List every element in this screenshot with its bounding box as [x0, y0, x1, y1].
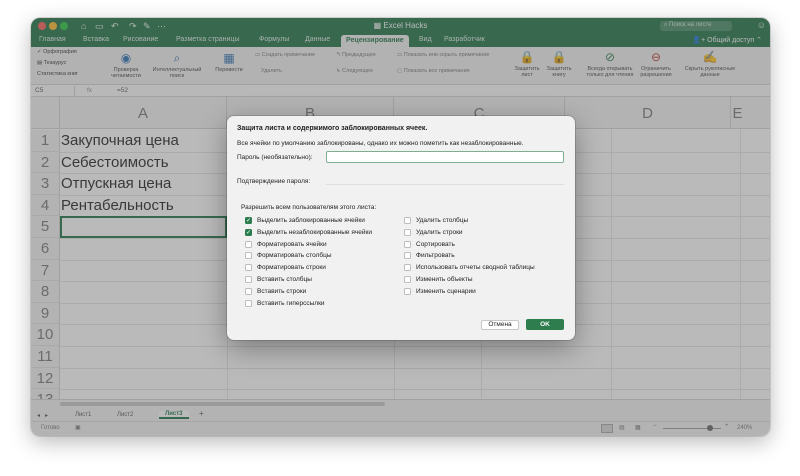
permission-label: Вставить гиперссылки: [257, 299, 325, 307]
checkbox[interactable]: [245, 287, 252, 295]
permission-option[interactable]: Удалить строки: [404, 228, 463, 236]
checkbox[interactable]: [404, 264, 411, 272]
checkbox[interactable]: [245, 276, 252, 283]
permission-label: Форматировать строки: [257, 264, 326, 272]
checkbox[interactable]: [404, 252, 411, 260]
checkbox[interactable]: [245, 240, 252, 248]
permission-option[interactable]: Вставить столбцы: [245, 276, 312, 283]
permission-option[interactable]: Удалить столбцы: [404, 217, 468, 224]
permission-option[interactable]: Изменить объекты: [404, 276, 473, 283]
ok-button[interactable]: OK: [526, 319, 564, 330]
permission-option[interactable]: Форматировать строки: [245, 264, 326, 272]
protect-sheet-dialog: Защита листа и содержимого заблокированн…: [227, 116, 575, 340]
cancel-button[interactable]: Отмена: [481, 320, 519, 330]
permission-label: Выделить незаблокированные ячейки: [257, 228, 372, 236]
checkbox[interactable]: [404, 217, 411, 224]
permission-option[interactable]: Изменить сценарии: [404, 287, 476, 295]
permission-option[interactable]: Использовать отчеты сводной таблицы: [404, 264, 535, 272]
permission-label: Вставить столбцы: [257, 276, 312, 283]
dialog-title: Защита листа и содержимого заблокированн…: [237, 125, 428, 132]
checkbox[interactable]: ✓: [245, 228, 252, 236]
permission-label: Форматировать ячейки: [257, 240, 327, 248]
permission-label: Изменить сценарии: [416, 287, 476, 295]
permission-option[interactable]: Вставить гиперссылки: [245, 299, 325, 307]
permission-label: Форматировать столбцы: [257, 252, 332, 260]
checkbox[interactable]: [404, 228, 411, 236]
password-input[interactable]: [326, 151, 564, 163]
permission-option[interactable]: Вставить строки: [245, 287, 307, 295]
permission-label: Выделить заблокированные ячейки: [257, 217, 365, 224]
permission-option[interactable]: Фильтровать: [404, 252, 455, 260]
password-label: Пароль (необязательно):: [237, 154, 313, 161]
checkbox[interactable]: [404, 240, 411, 248]
dialog-subtitle: Все ячейки по умолчанию заблокированы, о…: [237, 140, 524, 147]
permission-label: Использовать отчеты сводной таблицы: [416, 264, 535, 272]
permission-label: Вставить строки: [257, 287, 307, 295]
permission-option[interactable]: Форматировать ячейки: [245, 240, 327, 248]
permission-label: Фильтровать: [416, 252, 455, 260]
checkbox[interactable]: [404, 287, 411, 295]
permission-label: Сортировать: [416, 240, 455, 248]
checkbox[interactable]: [404, 276, 411, 283]
permission-option[interactable]: ✓ Выделить незаблокированные ячейки: [245, 228, 372, 236]
permission-option[interactable]: ✓ Выделить заблокированные ячейки: [245, 217, 365, 224]
permissions-label: Разрешить всем пользователям этого листа…: [241, 204, 377, 211]
confirm-password-label: Подтверждение пароля:: [237, 178, 311, 185]
confirm-password-input[interactable]: [326, 184, 564, 185]
permission-label: Удалить строки: [416, 228, 463, 236]
checkbox[interactable]: [245, 252, 252, 260]
permission-label: Изменить объекты: [416, 276, 473, 283]
checkbox[interactable]: ✓: [245, 217, 252, 224]
permission-option[interactable]: Форматировать столбцы: [245, 252, 332, 260]
checkbox[interactable]: [245, 264, 252, 272]
permission-label: Удалить столбцы: [416, 217, 469, 224]
permission-option[interactable]: Сортировать: [404, 240, 455, 248]
checkbox[interactable]: [245, 299, 252, 307]
